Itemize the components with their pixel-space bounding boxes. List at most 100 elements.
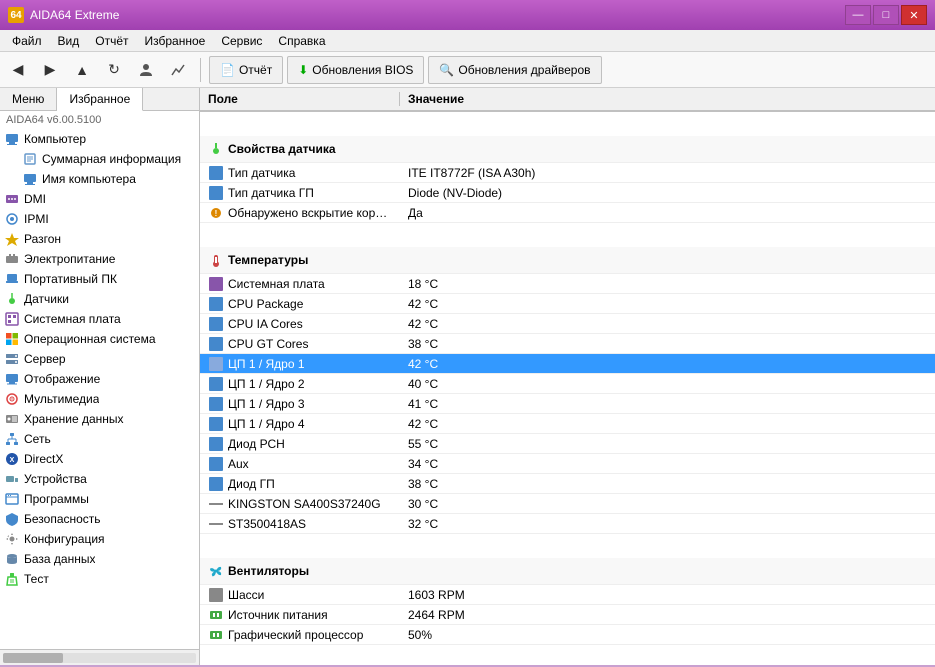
sidebar-os-label: Операционная система <box>24 332 156 346</box>
overclock-icon <box>4 231 20 247</box>
sidebar-item-network[interactable]: Сеть <box>0 429 199 449</box>
menu-service[interactable]: Сервис <box>213 32 270 50</box>
table-row[interactable]: KINGSTON SA400S37240G 30 °C <box>200 494 935 514</box>
table-row[interactable]: ! Обнаружено вскрытие кор… Да <box>200 203 935 223</box>
row-field: KINGSTON SA400S37240G <box>200 495 400 513</box>
sidebar-tabs: Меню Избранное <box>0 88 199 111</box>
computer-name-icon <box>22 171 38 187</box>
table-row[interactable]: ЦП 1 / Ядро 3 41 °C <box>200 394 935 414</box>
sidebar-sensors-label: Датчики <box>24 292 69 306</box>
sidebar-item-summary[interactable]: Суммарная информация <box>0 149 199 169</box>
sidebar-item-dmi[interactable]: DMI <box>0 189 199 209</box>
sidebar-item-server[interactable]: Сервер <box>0 349 199 369</box>
title-bar-left: 64 AIDA64 Extreme <box>8 7 119 23</box>
table-row[interactable]: Системная плата 18 °C <box>200 274 935 294</box>
display-icon <box>4 371 20 387</box>
sidebar-item-display[interactable]: Отображение <box>0 369 199 389</box>
core2-label: ЦП 1 / Ядро 2 <box>228 377 305 391</box>
table-row[interactable]: Диод ГП 38 °C <box>200 474 935 494</box>
tab-favorites[interactable]: Избранное <box>57 88 143 111</box>
table-row-selected[interactable]: ЦП 1 / Ядро 1 42 °C <box>200 354 935 374</box>
sidebar-item-portable[interactable]: Портативный ПК <box>0 269 199 289</box>
sidebar-item-test[interactable]: Тест <box>0 569 199 589</box>
menu-file[interactable]: Файл <box>4 32 50 50</box>
table-row[interactable]: ЦП 1 / Ядро 2 40 °C <box>200 374 935 394</box>
gpu-fan-label: Графический процессор <box>228 628 363 642</box>
sidebar-item-power[interactable]: Электропитание <box>0 249 199 269</box>
nav-chart-button[interactable] <box>164 56 192 84</box>
sidebar-item-directx[interactable]: X DirectX <box>0 449 199 469</box>
menu-view[interactable]: Вид <box>50 32 88 50</box>
cpu-ia-icon <box>208 316 224 332</box>
core4-label: ЦП 1 / Ядро 4 <box>228 417 305 431</box>
report-button[interactable]: 📄 Отчёт <box>209 56 283 84</box>
sidebar-item-computer[interactable]: Компьютер <box>0 129 199 149</box>
sidebar-item-multimedia[interactable]: Мультимедиа <box>0 389 199 409</box>
sidebar-item-ipmi[interactable]: IPMI <box>0 209 199 229</box>
maximize-button[interactable]: □ <box>873 5 899 25</box>
menu-favorites[interactable]: Избранное <box>137 32 214 50</box>
motherboard-icon <box>4 311 20 327</box>
sidebar-item-computer-name[interactable]: Имя компьютера <box>0 169 199 189</box>
nav-up-button[interactable]: ▲ <box>68 56 96 84</box>
spacer <box>200 223 935 243</box>
sidebar-item-overclock[interactable]: Разгон <box>0 229 199 249</box>
sidebar-bottom <box>0 649 199 665</box>
table-row[interactable]: CPU Package 42 °C <box>200 294 935 314</box>
sensor-type-value: ITE IT8772F (ISA A30h) <box>400 165 935 181</box>
menu-report[interactable]: Отчёт <box>87 32 136 50</box>
sidebar-item-database[interactable]: База данных <box>0 549 199 569</box>
nav-back-button[interactable]: ◀ <box>4 56 32 84</box>
sidebar-item-os[interactable]: Операционная система <box>0 329 199 349</box>
table-header: Поле Значение <box>200 88 935 112</box>
table-row[interactable]: Шасси 1603 RPM <box>200 585 935 605</box>
software-icon <box>4 491 20 507</box>
table-row[interactable]: CPU GT Cores 38 °C <box>200 334 935 354</box>
core4-value: 42 °C <box>400 416 935 432</box>
sidebar-item-storage[interactable]: Хранение данных <box>0 409 199 429</box>
table-row[interactable]: CPU IA Cores 42 °C <box>200 314 935 334</box>
row-field: CPU Package <box>200 295 400 313</box>
table-row[interactable]: Диод РСН 55 °C <box>200 434 935 454</box>
sidebar-item-config[interactable]: Конфигурация <box>0 529 199 549</box>
table-content[interactable]: Свойства датчика Тип датчика ITE IT8772F… <box>200 112 935 665</box>
minimize-button[interactable]: — <box>845 5 871 25</box>
nav-refresh-button[interactable]: ↻ <box>100 56 128 84</box>
sidebar-directx-label: DirectX <box>24 452 63 466</box>
sidebar-item-devices[interactable]: Устройства <box>0 469 199 489</box>
table-row[interactable]: ST3500418AS 32 °C <box>200 514 935 534</box>
window-controls: — □ ✕ <box>845 5 927 25</box>
table-row[interactable]: Тип датчика ГП Diode (NV-Diode) <box>200 183 935 203</box>
menu-help[interactable]: Справка <box>270 32 333 50</box>
table-row[interactable]: Aux 34 °C <box>200 454 935 474</box>
row-field: ЦП 1 / Ядро 3 <box>200 395 400 413</box>
close-button[interactable]: ✕ <box>901 5 927 25</box>
nav-forward-button[interactable]: ▶ <box>36 56 64 84</box>
fan-section-title: Вентиляторы <box>228 564 309 578</box>
table-row[interactable]: ЦП 1 / Ядро 4 42 °C <box>200 414 935 434</box>
kingston-label: KINGSTON SA400S37240G <box>228 497 381 511</box>
table-row[interactable]: Источник питания 2464 RPM <box>200 605 935 625</box>
temp-section-value <box>400 259 935 261</box>
row-field: Тип датчика ГП <box>200 184 400 202</box>
driver-update-button[interactable]: 🔍 Обновления драйверов <box>428 56 601 84</box>
table-row[interactable]: Графический процессор 50% <box>200 625 935 645</box>
table-row[interactable]: Тип датчика ITE IT8772F (ISA A30h) <box>200 163 935 183</box>
sidebar-item-motherboard[interactable]: Системная плата <box>0 309 199 329</box>
sidebar-item-security[interactable]: Безопасность <box>0 509 199 529</box>
core1-label: ЦП 1 / Ядро 1 <box>228 357 305 371</box>
row-field: ЦП 1 / Ядро 4 <box>200 415 400 433</box>
nav-user-button[interactable] <box>132 56 160 84</box>
fan-section-icon <box>208 563 224 579</box>
sidebar-computer-name-label: Имя компьютера <box>42 172 136 186</box>
sidebar-item-sensors[interactable]: Датчики <box>0 289 199 309</box>
sidebar-scrollbar[interactable] <box>3 653 196 663</box>
bios-update-button[interactable]: ⬇ Обновления BIOS <box>287 56 424 84</box>
svg-text:X: X <box>10 457 15 464</box>
sidebar-item-software[interactable]: Программы <box>0 489 199 509</box>
sidebar-ipmi-label: IPMI <box>24 212 49 226</box>
pch-diode-label: Диод РСН <box>228 437 285 451</box>
mb-temp-label: Системная плата <box>228 277 325 291</box>
tab-menu[interactable]: Меню <box>0 88 57 110</box>
spacer <box>200 534 935 554</box>
